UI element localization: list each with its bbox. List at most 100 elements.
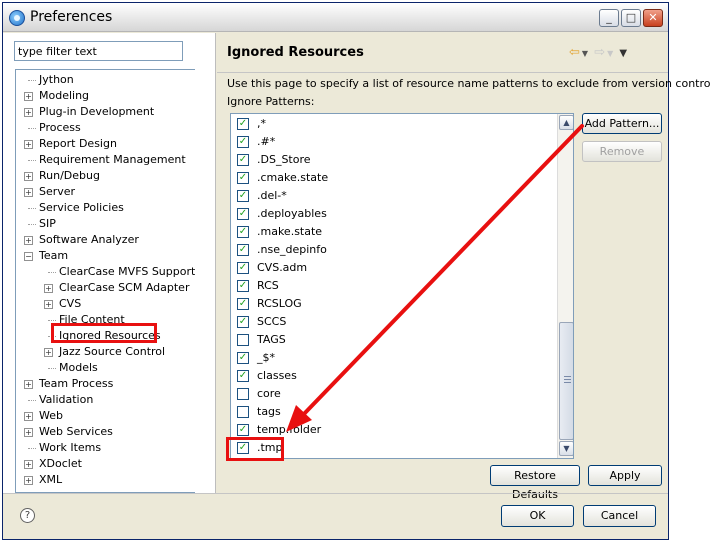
tree-item[interactable]: Process <box>16 120 194 136</box>
expand-icon[interactable]: + <box>24 188 33 197</box>
tree-item[interactable]: SIP <box>16 216 194 232</box>
pattern-row[interactable]: ✓ .del-* <box>231 187 557 205</box>
pattern-checkbox[interactable]: ✓ <box>237 226 249 238</box>
pattern-row[interactable]: ✓ .deployables <box>231 205 557 223</box>
tree-item[interactable]: + ClearCase SCM Adapter <box>16 280 194 296</box>
pattern-checkbox[interactable]: ✓ <box>237 352 249 364</box>
tree-item[interactable]: + Report Design <box>16 136 194 152</box>
tree-connector <box>28 448 36 449</box>
expand-icon[interactable]: + <box>24 236 33 245</box>
view-menu-icon[interactable]: ▼ <box>619 48 627 59</box>
scroll-down-arrow-icon[interactable]: ▼ <box>559 441 573 456</box>
pattern-row[interactable]: ✓ .make.state <box>231 223 557 241</box>
tree-item[interactable]: Jython <box>16 72 194 88</box>
pattern-checkbox[interactable]: ✓ <box>237 298 249 310</box>
expand-icon[interactable]: + <box>24 380 33 389</box>
tree-item[interactable]: + XML <box>16 472 194 488</box>
tree-item-label: Validation <box>39 393 94 406</box>
pattern-row[interactable]: ✓ RCSLOG <box>231 295 557 313</box>
pattern-checkbox[interactable]: ✓ <box>237 370 249 382</box>
collapse-icon[interactable]: − <box>24 252 33 261</box>
pattern-checkbox[interactable]: ✓ <box>237 172 249 184</box>
tree-item[interactable]: + Web <box>16 408 194 424</box>
patterns-scroll-thumb[interactable] <box>559 322 573 440</box>
pattern-checkbox[interactable] <box>237 334 249 346</box>
pattern-row[interactable]: ✓ .cmake.state <box>231 169 557 187</box>
pattern-row[interactable]: ✓ classes <box>231 367 557 385</box>
expand-icon[interactable]: + <box>24 140 33 149</box>
add-pattern-button[interactable]: Add Pattern... <box>582 113 662 134</box>
pattern-row[interactable]: ✓ SCCS <box>231 313 557 331</box>
expand-icon[interactable]: + <box>24 172 33 181</box>
tree-item[interactable]: + CVS <box>16 296 194 312</box>
pattern-checkbox[interactable]: ✓ <box>237 208 249 220</box>
help-icon[interactable]: ? <box>20 508 35 523</box>
expand-icon[interactable]: + <box>44 300 53 309</box>
tree-item[interactable]: ClearCase MVFS Support <box>16 264 195 280</box>
tree-item[interactable]: Validation <box>16 392 194 408</box>
pattern-checkbox[interactable]: ✓ <box>237 136 249 148</box>
pattern-checkbox[interactable]: ✓ <box>237 190 249 202</box>
minimize-button[interactable]: _ <box>599 9 619 27</box>
pattern-row[interactable]: ✓ ,* <box>231 115 557 133</box>
close-button[interactable]: ✕ <box>643 9 663 27</box>
expand-icon[interactable]: + <box>24 108 33 117</box>
pattern-checkbox[interactable]: ✓ <box>237 262 249 274</box>
back-arrow-icon[interactable]: ⇦ <box>569 45 580 60</box>
pattern-checkbox[interactable] <box>237 406 249 418</box>
tree-item[interactable]: Requirement Management <box>16 152 194 168</box>
pattern-row[interactable]: ✓ .DS_Store <box>231 151 557 169</box>
ok-button[interactable]: OK <box>501 505 574 527</box>
scroll-up-arrow-icon[interactable]: ▲ <box>559 115 573 130</box>
expand-icon[interactable]: + <box>24 460 33 469</box>
back-dropdown-icon[interactable]: ▼ <box>582 49 588 58</box>
pattern-checkbox[interactable]: ✓ <box>237 424 249 436</box>
pattern-row[interactable]: ✓ .nse_depinfo <box>231 241 557 259</box>
tree-item[interactable]: + XDoclet <box>16 456 194 472</box>
expand-icon[interactable]: + <box>24 428 33 437</box>
expand-icon[interactable]: + <box>44 284 53 293</box>
pattern-checkbox[interactable]: ✓ <box>237 118 249 130</box>
pattern-checkbox[interactable]: ✓ <box>237 244 249 256</box>
tree-item[interactable]: + Run/Debug <box>16 168 194 184</box>
cancel-button[interactable]: Cancel <box>583 505 656 527</box>
tree-item[interactable]: Service Policies <box>16 200 194 216</box>
pattern-row[interactable]: ✓ .#* <box>231 133 557 151</box>
expand-icon[interactable]: + <box>24 476 33 485</box>
title-bar[interactable]: Preferences _ □ ✕ <box>3 3 668 32</box>
expand-icon[interactable]: + <box>44 348 53 357</box>
remove-button[interactable]: Remove <box>582 141 662 162</box>
tree-item[interactable]: Models <box>16 360 194 376</box>
tree-item[interactable]: + Modeling <box>16 88 194 104</box>
pattern-checkbox[interactable]: ✓ <box>237 280 249 292</box>
pattern-label: .deployables <box>257 207 327 220</box>
pattern-row[interactable]: ✓ _$* <box>231 349 557 367</box>
expand-icon[interactable]: + <box>24 92 33 101</box>
tree-item[interactable]: + Jazz Source Control <box>16 344 194 360</box>
forward-arrow-icon[interactable]: ⇨ <box>594 45 605 60</box>
forward-dropdown-icon[interactable]: ▼ <box>607 49 613 58</box>
pattern-row[interactable]: TAGS <box>231 331 557 349</box>
filter-input[interactable] <box>14 41 183 61</box>
tree-item[interactable]: Work Items <box>16 440 194 456</box>
tree-item[interactable]: − Team <box>16 248 194 264</box>
tree-item[interactable]: + Software Analyzer <box>16 232 194 248</box>
pattern-row[interactable]: ✓ CVS.adm <box>231 259 557 277</box>
tree-item[interactable]: + Server <box>16 184 194 200</box>
pattern-row[interactable]: tags <box>231 403 557 421</box>
pattern-checkbox[interactable]: ✓ <box>237 316 249 328</box>
pattern-row[interactable]: ✓ RCS <box>231 277 557 295</box>
tree-item-label: Web Services <box>39 425 113 438</box>
apply-button[interactable]: Apply <box>588 465 662 486</box>
maximize-button[interactable]: □ <box>621 9 641 27</box>
pattern-checkbox[interactable] <box>237 388 249 400</box>
expand-icon[interactable]: + <box>24 412 33 421</box>
patterns-scrollbar[interactable]: ▲ ▼ <box>557 114 573 458</box>
restore-defaults-button[interactable]: Restore Defaults <box>490 465 580 501</box>
tree-item[interactable]: + Web Services <box>16 424 194 440</box>
tree-item[interactable]: + Plug-in Development <box>16 104 194 120</box>
ignore-patterns-list[interactable]: ▲ ▼ ✓ ,* ✓ .#* ✓ .DS_Store ✓ .cmake.state ✓ .del-… <box>230 113 574 459</box>
pattern-row[interactable]: core <box>231 385 557 403</box>
pattern-checkbox[interactable]: ✓ <box>237 154 249 166</box>
tree-item[interactable]: + Team Process <box>16 376 194 392</box>
